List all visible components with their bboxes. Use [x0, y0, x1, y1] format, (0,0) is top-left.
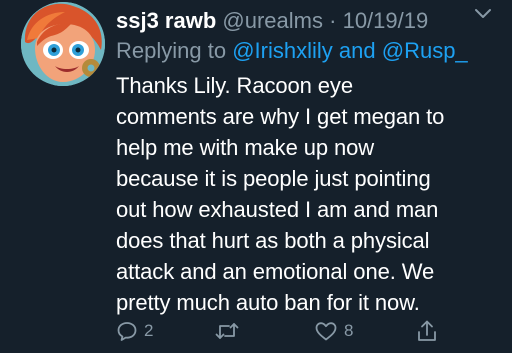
action-bar: 2 8	[116, 316, 506, 346]
replying-to: Replying to @Irishxlily and @Rusp_	[116, 36, 506, 66]
share-button[interactable]	[416, 316, 438, 346]
tweet-text-line: attack and an emotional one. We	[116, 259, 435, 284]
reply-button[interactable]: 2	[116, 316, 153, 346]
tweet-header: ssj3 rawb @urealms · 10/19/19	[116, 6, 506, 36]
display-name[interactable]: ssj3 rawb	[116, 8, 216, 33]
tweet-text-line: Thanks Lily. Racoon eye	[116, 73, 353, 98]
tweet-text-line: out how exhausted I am and man	[116, 197, 439, 222]
mention-link[interactable]: @Irishxlily	[232, 38, 333, 63]
tweet-text-line: comments are why I get megan to	[116, 104, 445, 129]
separator-dot: ·	[329, 8, 337, 33]
retweet-icon	[215, 320, 239, 342]
mention-joiner: and	[338, 38, 376, 63]
tweet-text-line: does that hurt as both a physical	[116, 228, 430, 253]
chevron-down-icon[interactable]	[472, 2, 494, 24]
tweet-date[interactable]: 10/19/19	[343, 8, 429, 33]
user-handle[interactable]: @urealms	[222, 8, 323, 33]
tweet-text-line: help me with make up now	[116, 135, 375, 160]
tweet-text-line: because it is people just pointing	[116, 166, 431, 191]
avatar-image	[21, 2, 105, 86]
mention-link[interactable]: @Rusp_	[382, 38, 468, 63]
reply-count: 2	[144, 321, 154, 340]
tweet-text: Thanks Lily. Racoon eye comments are why…	[116, 70, 506, 318]
heart-icon	[314, 320, 338, 342]
like-button[interactable]: 8	[314, 316, 353, 346]
tweet-text-line: pretty much auto ban for it now.	[116, 290, 420, 315]
share-icon	[416, 319, 438, 343]
tweet[interactable]: ssj3 rawb @urealms · 10/19/19 Replying t…	[0, 0, 512, 353]
avatar[interactable]	[21, 2, 105, 86]
like-count: 8	[344, 321, 354, 340]
retweet-button[interactable]	[215, 316, 239, 346]
reply-icon	[116, 320, 138, 342]
replying-prefix: Replying to	[116, 38, 227, 63]
